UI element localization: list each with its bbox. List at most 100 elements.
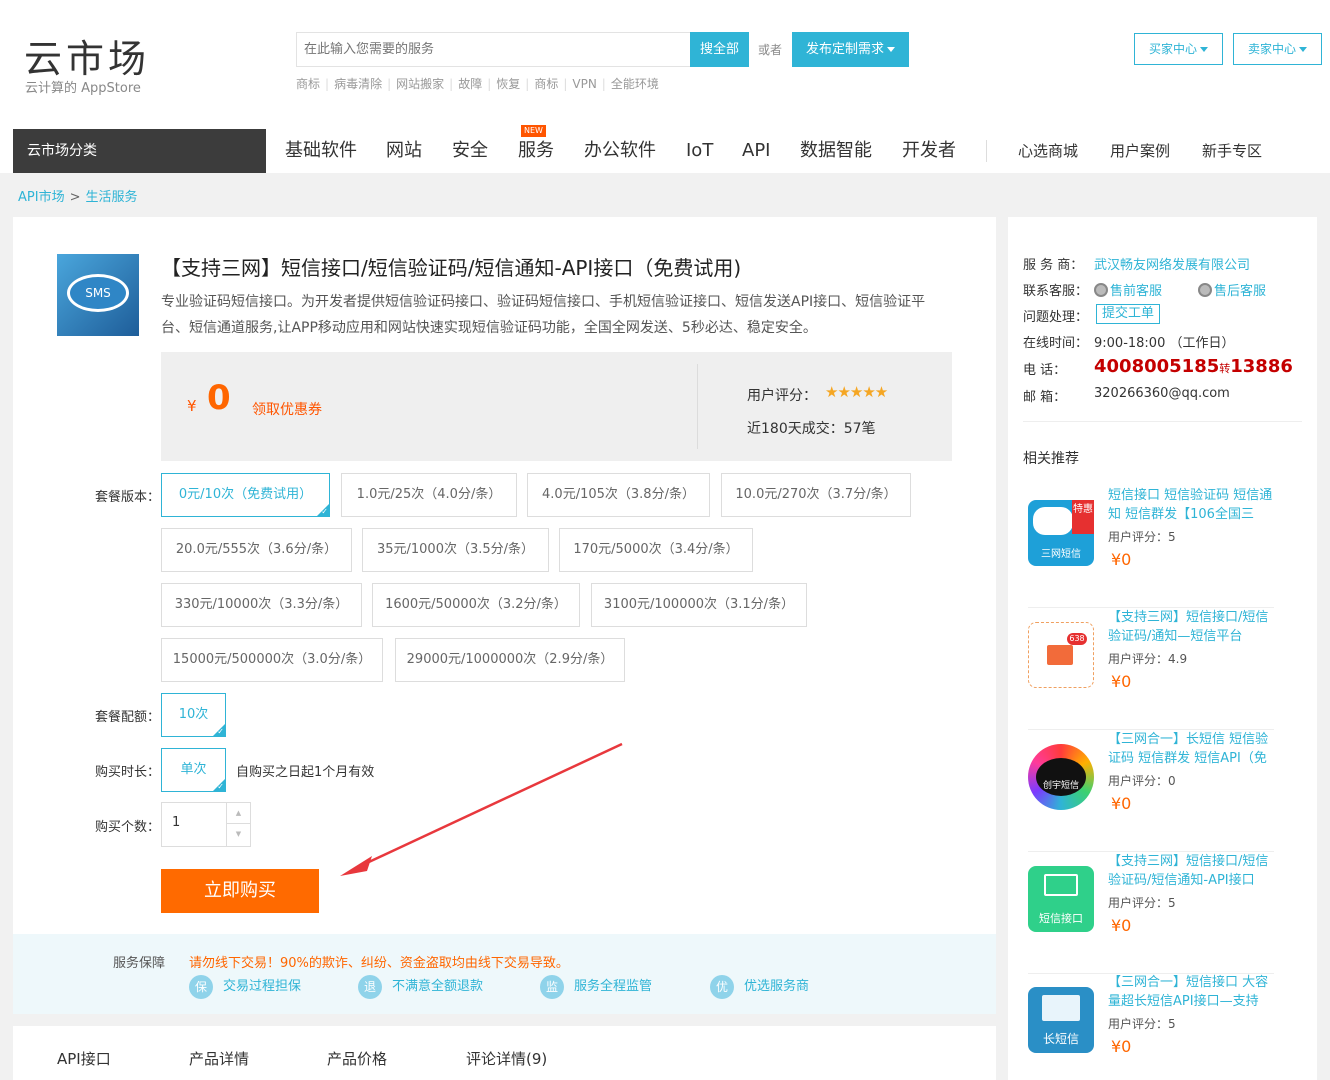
recommend-name[interactable]: 【支持三网】短信接口/短信验证码/通知—短信平台 xyxy=(1108,608,1276,646)
category-menu[interactable]: 云市场分类 xyxy=(13,129,266,173)
logo-title[interactable]: 云市场 xyxy=(24,28,150,83)
quota-option[interactable]: 10次 ✓ xyxy=(161,693,226,737)
tab-details[interactable]: 产品详情 xyxy=(189,1048,249,1069)
recommend-item[interactable]: 特惠 三网短信 短信接口 短信验证码 短信通知 短信群发【106全国三 用户评分… xyxy=(1023,486,1274,608)
quantity-value[interactable]: 1 xyxy=(172,815,180,830)
recommend-item[interactable]: 创宇短信 【三网合一】长短信 短信验证码 短信群发 短信API（免 用户评分：0… xyxy=(1023,730,1274,852)
tab-api[interactable]: API接口 xyxy=(57,1048,111,1069)
guarantee-text: 交易过程担保 xyxy=(223,979,302,994)
package-option[interactable]: 1.0元/25次（4.0分/条） xyxy=(341,473,517,517)
buyer-center-button[interactable]: 买家中心 xyxy=(1134,33,1223,65)
tab-reviews[interactable]: 评论详情(9) xyxy=(466,1048,547,1069)
package-option[interactable]: 4.0元/105次（3.8分/条） xyxy=(527,473,710,517)
hot-word[interactable]: 全能环境 xyxy=(611,77,659,91)
recommend-name[interactable]: 【三网合一】长短信 短信验证码 短信群发 短信API（免 xyxy=(1108,730,1276,768)
get-coupon-link[interactable]: 领取优惠券 xyxy=(252,399,322,419)
breadcrumb-life-service[interactable]: 生活服务 xyxy=(85,190,137,205)
phone-main: 4008005185 xyxy=(1094,356,1220,377)
hot-word[interactable]: VPN xyxy=(572,77,596,91)
envelope-icon xyxy=(1047,645,1073,665)
nav-item-api[interactable]: API xyxy=(742,129,770,173)
nav-item-security[interactable]: 安全 xyxy=(452,129,488,173)
rating-stars-icon: ★★★★★ xyxy=(825,383,888,401)
presale-service-link[interactable]: 售前客服 xyxy=(1094,280,1162,299)
duration-option-label: 单次 xyxy=(180,762,207,777)
hours-value: 9:00-18:00 （工作日） xyxy=(1094,336,1235,351)
nav-divider xyxy=(986,140,987,162)
decrement-icon[interactable]: ▼ xyxy=(227,824,250,845)
recommend-rating: 用户评分：5 xyxy=(1108,896,1176,910)
provider-label: 服 务 商： xyxy=(1023,258,1084,273)
package-option[interactable]: 10.0元/270次（3.7分/条） xyxy=(721,473,911,517)
quantity-stepper[interactable]: 1 ▲ ▼ xyxy=(161,802,251,847)
package-option[interactable]: 330元/10000次（3.3分/条） xyxy=(161,583,362,627)
nav-item-newbie[interactable]: 新手专区 xyxy=(1202,129,1262,173)
duration-label: 购买时长： xyxy=(95,765,161,780)
nav-item-mall[interactable]: 心选商城 xyxy=(1018,129,1078,173)
package-option[interactable]: 35元/1000次（3.5分/条） xyxy=(362,528,549,572)
publish-request-button[interactable]: 发布定制需求 xyxy=(792,32,909,67)
recommend-rating: 用户评分：5 xyxy=(1108,1017,1176,1031)
hot-word[interactable]: 恢复 xyxy=(496,77,520,91)
tab-pricing[interactable]: 产品价格 xyxy=(327,1048,387,1069)
increment-icon[interactable]: ▲ xyxy=(227,803,250,824)
package-option[interactable]: 1600元/50000次（3.2分/条） xyxy=(372,583,580,627)
nav-item-cases[interactable]: 用户案例 xyxy=(1110,129,1170,173)
sidebar-divider xyxy=(1023,421,1302,422)
package-option[interactable]: 170元/5000次（3.4分/条） xyxy=(559,528,753,572)
phone-number: 4008005185转13886 xyxy=(1094,356,1293,377)
guarantee-item: 监服务全程监管 xyxy=(540,975,652,999)
recommend-thumbnail: 长短信 xyxy=(1028,987,1094,1053)
deal-count: 近180天成交：57笔 xyxy=(747,421,876,437)
breadcrumb-api-market[interactable]: API市场 xyxy=(18,190,65,205)
new-badge: NEW xyxy=(521,125,546,137)
nav-item-developer[interactable]: 开发者 xyxy=(902,129,956,173)
check-icon: ✓ xyxy=(217,727,224,736)
package-option[interactable]: 3100元/100000次（3.1分/条） xyxy=(591,583,807,627)
site-header: 云市场 云计算的 AppStore 搜全部 或者 发布定制需求 商标|病毒清除|… xyxy=(0,0,1330,129)
recommend-title: 相关推荐 xyxy=(1023,451,1079,467)
search-all-button[interactable]: 搜全部 xyxy=(690,32,749,67)
seller-center-button[interactable]: 卖家中心 xyxy=(1233,33,1322,65)
or-text: 或者 xyxy=(758,43,783,57)
nav-item-data[interactable]: 数据智能 xyxy=(800,129,872,173)
submit-ticket-button[interactable]: 提交工单 xyxy=(1096,304,1161,324)
chat-bubble-icon xyxy=(1033,507,1073,535)
package-option[interactable]: 20.0元/555次（3.6分/条） xyxy=(161,528,352,572)
hot-word[interactable]: 网站搬家 xyxy=(396,77,444,91)
guarantee-text: 不满意全额退款 xyxy=(392,979,484,994)
hot-word[interactable]: 商标 xyxy=(534,77,558,91)
hot-word[interactable]: 故障 xyxy=(458,77,482,91)
nav-item-website[interactable]: 网站 xyxy=(386,129,422,173)
quota-option-label: 10次 xyxy=(178,707,209,722)
nav-item-basic-software[interactable]: 基础软件 xyxy=(285,129,357,173)
nav-item-office[interactable]: 办公软件 xyxy=(584,129,656,173)
package-option[interactable]: 0元/10次（免费试用） ✓ xyxy=(161,473,330,517)
recommend-rating: 用户评分：4.9 xyxy=(1108,652,1188,666)
recommend-item[interactable]: 短信接口 【支持三网】短信接口/短信验证码/短信通知-API接口 用户评分：5 … xyxy=(1023,852,1274,974)
issue-label: 问题处理： xyxy=(1023,310,1089,325)
hot-word[interactable]: 商标 xyxy=(296,77,320,91)
breadcrumb: API市场 > 生活服务 xyxy=(18,190,138,205)
recommend-name[interactable]: 【三网合一】短信接口 大容量超长短信API接口—支持 xyxy=(1108,973,1276,1011)
search-input[interactable] xyxy=(297,33,690,66)
recommend-name[interactable]: 【支持三网】短信接口/短信验证码/短信通知-API接口 xyxy=(1108,852,1276,890)
duration-option[interactable]: 单次 ✓ xyxy=(161,748,226,792)
recommend-price: ¥0 xyxy=(1111,1037,1132,1056)
recommend-item[interactable]: 638 【支持三网】短信接口/短信验证码/通知—短信平台 用户评分：4.9 ¥0 xyxy=(1023,608,1274,730)
package-option[interactable]: 29000元/1000000次（2.9分/条） xyxy=(395,638,625,682)
nav-item-iot[interactable]: IoT xyxy=(686,129,713,173)
price-value: 0 xyxy=(207,378,231,418)
recommend-item[interactable]: 长短信 【三网合一】短信接口 大容量超长短信API接口—支持 用户评分：5 ¥0 xyxy=(1023,973,1274,1080)
recommend-rating: 用户评分：0 xyxy=(1108,774,1176,788)
hot-word[interactable]: 病毒清除 xyxy=(334,77,382,91)
product-icon: SMS xyxy=(57,254,139,336)
package-option[interactable]: 15000元/500000次（3.0分/条） xyxy=(161,638,383,682)
logo-subtitle: 云计算的 AppStore xyxy=(25,81,141,96)
recommend-thumbnail: 创宇短信 xyxy=(1028,744,1094,810)
recommend-name[interactable]: 短信接口 短信验证码 短信通知 短信群发【106全国三 xyxy=(1108,486,1276,524)
provider-link[interactable]: 武汉畅友网络发展有限公司 xyxy=(1094,254,1250,273)
hot-words: 商标 | 病毒清除 | 网站搬家 | 故障 | 恢复 | 商标 | VPN | 全能环境 xyxy=(296,77,659,91)
buy-now-button[interactable]: 立即购买 xyxy=(161,869,319,913)
aftersale-service-link[interactable]: 售后客服 xyxy=(1198,280,1266,299)
